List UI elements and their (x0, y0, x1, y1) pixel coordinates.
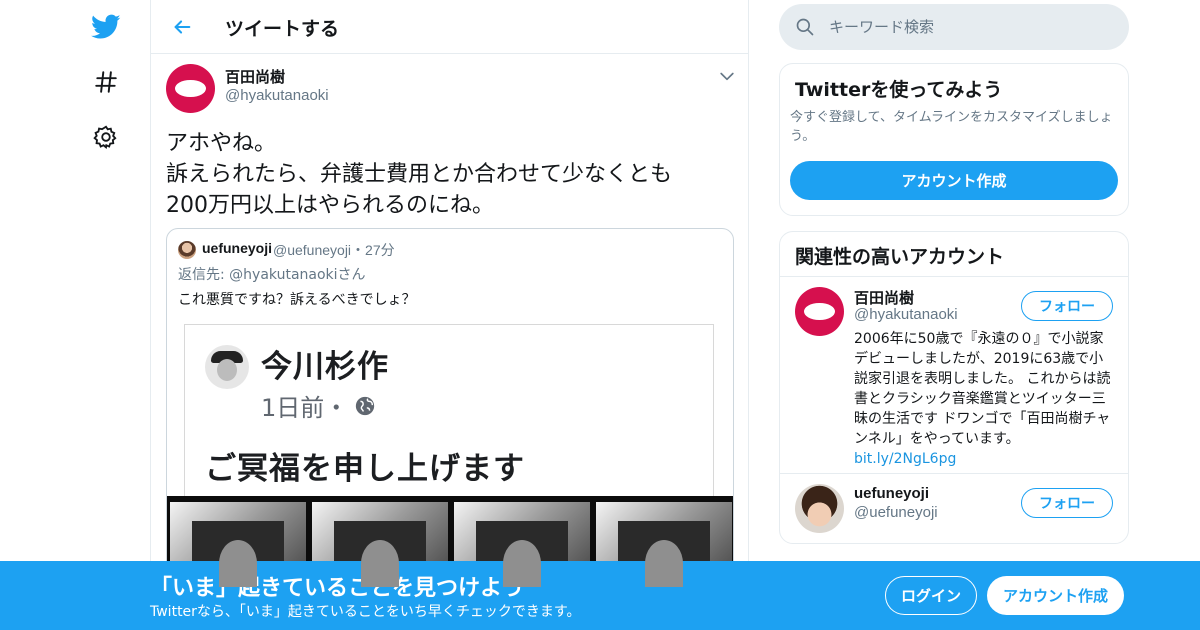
quoted-author-name[interactable]: uefuneyoji (202, 240, 272, 256)
author-name[interactable]: 百田尚樹 (225, 66, 285, 87)
page-title: ツイートする (225, 18, 340, 40)
signup-card-title: Twitterを使ってみよう (795, 79, 1003, 101)
signup-banner: 「いま」起きていることを見つけよう Twitterなら、「いま」起きていることを… (0, 561, 1200, 630)
poster-avatar (205, 345, 249, 389)
account-avatar[interactable] (795, 484, 844, 533)
account-name[interactable]: 百田尚樹 (854, 287, 914, 308)
quoted-avatar[interactable] (178, 241, 196, 259)
account-bio-link[interactable]: bit.ly/2NgL6pg (854, 451, 956, 467)
tweet-text: アホやね。 訴えられたら、弁護士費用とか合わせて少なくとも 200万円以上はやら… (166, 128, 736, 221)
twitter-bird-icon[interactable] (88, 9, 124, 45)
banner-create-account-button[interactable]: アカウント作成 (987, 576, 1124, 615)
search-icon (795, 17, 815, 37)
banner-title: 「いま」起きていることを見つけよう (150, 576, 525, 601)
post-time: 1日前・ (261, 388, 376, 423)
related-accounts-card: 関連性の高いアカウント 百田尚樹 @hyakutanaoki フォロー 2006… (779, 231, 1129, 544)
quoted-text: これ悪質ですね？訴えるべきでしょ？ (178, 292, 416, 308)
divider (780, 276, 1128, 277)
tweet-text-line: 200万円以上はやられるのにね。 (166, 193, 494, 218)
chevron-down-icon[interactable] (717, 66, 737, 86)
tweet-column: ツイートする 百田尚樹 @hyakutanaoki アホやね。 訴えられたら、弁… (150, 0, 749, 630)
account-bio: 2006年に50歳で『永遠の０』で小説家デビューしましたが、2019に63歳で小… (854, 329, 1116, 469)
related-accounts-title: 関連性の高いアカウント (795, 246, 1005, 268)
back-arrow-icon[interactable] (167, 12, 197, 42)
quoted-image[interactable]: 今川杉作 1日前・ ご冥福を申し上げます (167, 315, 733, 587)
quoted-time: ・27分 (351, 242, 395, 258)
post-time-text: 1日前・ (261, 394, 349, 422)
screenshot-post-card: 今川杉作 1日前・ ご冥福を申し上げます (184, 324, 714, 504)
account-avatar[interactable] (795, 287, 844, 336)
reply-context: 返信先: @hyakutanaokiさん (178, 264, 366, 284)
poster-name: 今川杉作 (261, 349, 389, 385)
login-button[interactable]: ログイン (885, 576, 977, 615)
quoted-handle-text: @uefuneyoji (273, 242, 352, 258)
signup-card-subtitle: 今すぐ登録して、タイムラインをカスタマイズしましょう。 (790, 110, 1113, 144)
gear-icon[interactable] (88, 119, 124, 155)
divider (780, 473, 1128, 474)
search-box (779, 4, 1129, 50)
post-text: ご冥福を申し上げます (205, 451, 525, 487)
signup-card: Twitterを使ってみよう 今すぐ登録して、タイムラインをカスタマイズしましょ… (779, 63, 1129, 216)
account-bio-text: 2006年に50歳で『永遠の０』で小説家デビューしましたが、2019に63歳で小… (854, 331, 1111, 447)
column-header: ツイートする (151, 0, 749, 54)
search-input[interactable] (829, 4, 1109, 50)
author-avatar[interactable] (166, 64, 215, 113)
author-handle[interactable]: @hyakutanaoki (225, 87, 329, 104)
account-handle[interactable]: @uefuneyoji (854, 504, 938, 521)
hashtag-icon[interactable] (88, 64, 124, 100)
account-name[interactable]: uefuneyoji (854, 485, 929, 502)
create-account-button[interactable]: アカウント作成 (790, 161, 1118, 200)
reply-prefix: 返信先: (178, 267, 230, 283)
tweet-text-line: 訴えられたら、弁護士費用とか合わせて少なくとも (166, 162, 673, 187)
tweet-text-line: アホやね。 (166, 131, 277, 156)
banner-subtitle: Twitterなら、「いま」起きていることをいち早くチェックできます。 (150, 604, 581, 620)
quoted-tweet[interactable]: uefuneyoji @uefuneyoji・27分 返信先: @hyakuta… (166, 228, 734, 588)
globe-icon (356, 396, 375, 415)
follow-button[interactable]: フォロー (1021, 488, 1113, 518)
follow-button[interactable]: フォロー (1021, 291, 1113, 321)
reply-to-link[interactable]: @hyakutanaokiさん (229, 267, 365, 283)
account-handle[interactable]: @hyakutanaoki (854, 306, 958, 323)
quoted-author-handle: @uefuneyoji・27分 (273, 240, 395, 260)
